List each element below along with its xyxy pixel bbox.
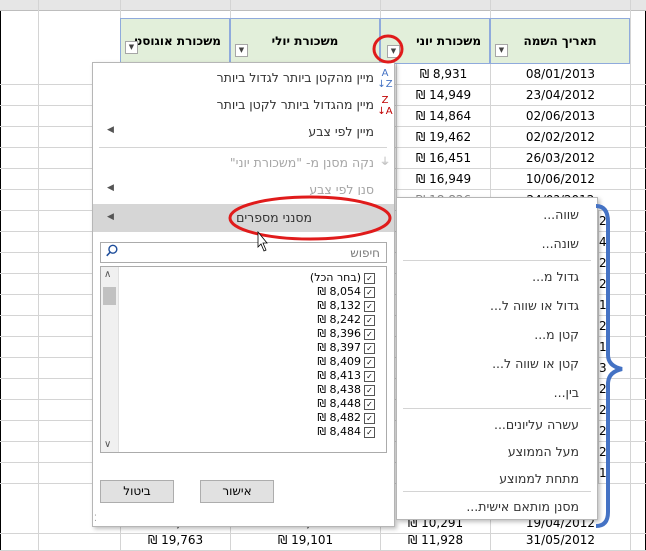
cell-date-partial[interactable]: 4 xyxy=(598,232,630,253)
header-date[interactable]: תאריך השמה ▼ xyxy=(490,18,630,64)
filter-greater-item[interactable]: גדול מ... xyxy=(397,264,597,290)
cell-date[interactable]: 31/05/2012 xyxy=(490,530,630,551)
list-item[interactable]: ✓8,438 ₪ xyxy=(317,384,375,396)
select-all-checkbox[interactable]: ✓(בחר הכל) xyxy=(310,272,375,284)
filter-below-average-item[interactable]: מתחת לממוצע xyxy=(397,466,597,492)
cell-date[interactable]: 02/06/2013 xyxy=(490,106,630,127)
list-item[interactable]: ✓8,396 ₪ xyxy=(317,328,375,340)
filter-greater-equal-item[interactable]: גדול או שווה ל... xyxy=(397,293,597,319)
cell-june[interactable]: ₪ 14,864 xyxy=(396,106,490,127)
filter-top-ten-item[interactable]: עשרה עליונים... xyxy=(397,412,597,438)
dropdown-arrow-icon[interactable]: ▼ xyxy=(495,44,508,57)
list-item[interactable]: ✓8,482 ₪ xyxy=(317,412,375,424)
cell-date[interactable]: 02/02/2012 xyxy=(490,127,630,148)
table-row: ₪ 19,763 ₪ 19,101 ₪ 11,928 31/05/2012 xyxy=(0,530,646,551)
cell-date-partial[interactable]: 2 xyxy=(598,316,630,337)
search-input[interactable]: חיפוש xyxy=(100,242,387,263)
sort-asc-icon: A Z↓ xyxy=(377,68,393,90)
cell-date-partial[interactable]: 1 xyxy=(598,337,630,358)
sort-desc-icon: Z A↓ xyxy=(377,95,393,117)
cell-august[interactable]: ₪ 19,763 xyxy=(120,530,230,551)
number-filters-item[interactable]: מסנני מספרים ◀ xyxy=(93,204,394,232)
sort-by-color-item[interactable]: מיין לפי צבע ◀ xyxy=(93,119,394,145)
dropdown-arrow-icon[interactable]: ▼ xyxy=(235,44,248,57)
cell-june[interactable]: ₪ 16,451 xyxy=(396,148,490,169)
header-date-label: תאריך השמה xyxy=(523,34,597,48)
list-item[interactable]: ✓8,409 ₪ xyxy=(317,356,375,368)
cell-june[interactable]: ₪ 16,949 xyxy=(396,169,490,190)
header-june-label: משכורת יוני xyxy=(416,34,481,48)
menu-separator xyxy=(403,408,591,409)
filter-between-item[interactable]: בין... xyxy=(397,380,597,406)
search-icon xyxy=(106,244,118,257)
header-june[interactable]: משכורת יוני ▼ xyxy=(380,18,490,64)
cell-june[interactable]: ₪ 19,462 xyxy=(396,127,490,148)
ok-button[interactable]: אישור xyxy=(200,480,274,503)
filter-above-average-item[interactable]: מעל הממוצע xyxy=(397,439,597,465)
cancel-button[interactable]: ביטול xyxy=(100,480,174,503)
sort-ascending-item[interactable]: A Z↓ מיין מהקטן ביותר לגדול ביותר xyxy=(93,65,394,91)
cell-date[interactable]: 23/04/2012 xyxy=(490,85,630,106)
cell-date-partial[interactable]: 2 xyxy=(598,253,630,274)
list-item[interactable]: ✓8,242 ₪ xyxy=(317,314,375,326)
header-july-label: משכורת יולי xyxy=(271,34,339,48)
cell-june[interactable]: ₪ 14,949 xyxy=(396,85,490,106)
filter-equals-item[interactable]: שווה... xyxy=(397,202,597,228)
cell-date-partial[interactable]: 2 xyxy=(598,442,630,463)
submenu-arrow-icon: ◀ xyxy=(107,212,114,222)
cell-date-partial[interactable]: 2 xyxy=(598,274,630,295)
sort-descending-item[interactable]: Z A↓ מיין מהגדול ביותר לקטן ביותר xyxy=(93,92,394,118)
scroll-down-icon[interactable]: ∨ xyxy=(104,439,111,450)
list-item[interactable]: ✓8,132 ₪ xyxy=(317,300,375,312)
cell-date-partial[interactable]: 1 xyxy=(598,463,630,484)
cell-date[interactable]: 08/01/2013 xyxy=(490,64,630,85)
submenu-arrow-icon: ◀ xyxy=(107,125,114,135)
filter-not-equal-item[interactable]: שונה... xyxy=(397,231,597,257)
menu-separator xyxy=(99,147,387,148)
list-item[interactable]: ✓8,054 ₪ xyxy=(317,286,375,298)
list-scrollbar[interactable]: ∧ ∨ xyxy=(101,267,119,452)
cell-date-partial[interactable]: 2 xyxy=(598,211,630,232)
cell-date-partial[interactable]: 2 xyxy=(598,421,630,442)
filter-less-item[interactable]: קטן מ... xyxy=(397,322,597,348)
cell-june[interactable]: ₪ 11,928 xyxy=(380,530,490,551)
custom-filter-item[interactable]: מסנן מותאם אישית... xyxy=(397,494,597,520)
scroll-up-icon[interactable]: ∧ xyxy=(104,269,111,280)
clear-filter-item: ⏚ נקה מסנן מ- "משכורת יוני" xyxy=(93,150,394,176)
dropdown-arrow-icon[interactable]: ▼ xyxy=(125,41,138,54)
menu-separator xyxy=(403,491,591,492)
cell-date-partial[interactable]: 1 xyxy=(598,295,630,316)
list-item[interactable]: ✓8,397 ₪ xyxy=(317,342,375,354)
filter-less-equal-item[interactable]: קטן או שווה ל... xyxy=(397,351,597,377)
submenu-arrow-icon: ◀ xyxy=(107,183,114,193)
autofilter-menu: A Z↓ מיין מהקטן ביותר לגדול ביותר Z A↓ מיי… xyxy=(92,62,395,527)
cell-date-partial[interactable]: 2 xyxy=(598,400,630,421)
resize-grip-icon[interactable]: ⁚ xyxy=(94,514,97,524)
menu-separator xyxy=(403,260,591,261)
clear-filter-icon: ⏚ xyxy=(380,157,390,168)
list-item[interactable]: ✓8,413 ₪ xyxy=(317,370,375,382)
list-item[interactable]: ✓8,484 ₪ xyxy=(317,426,375,438)
cell-july[interactable]: ₪ 19,101 xyxy=(230,530,380,551)
header-july[interactable]: משכורת יולי ▼ xyxy=(230,18,380,64)
cell-date-partial[interactable]: 3 xyxy=(598,358,630,379)
cell-date[interactable]: 10/06/2012 xyxy=(490,169,630,190)
cell-date-partial[interactable]: 2 xyxy=(598,379,630,400)
scroll-thumb[interactable] xyxy=(103,287,116,305)
filter-by-color-item: סנן לפי צבע ◀ xyxy=(107,182,374,195)
header-august[interactable]: משכורת אוגוסט ▼ xyxy=(120,18,230,64)
filter-dropdown-june[interactable]: ▼ xyxy=(387,45,400,58)
cell-june[interactable]: ₪ 8,931 xyxy=(396,64,490,85)
cell-date[interactable]: 26/03/2012 xyxy=(490,148,630,169)
value-list[interactable]: ∧ ∨ ✓(בחר הכל) ✓8,054 ₪ ✓8,132 ₪ ✓8,242 … xyxy=(100,266,387,453)
list-item[interactable]: ✓8,448 ₪ xyxy=(317,398,375,410)
header-august-label: משכורת אוגוסט xyxy=(134,34,221,48)
column-header-bar xyxy=(0,0,646,11)
number-filters-submenu: שווה... שונה... גדול מ... גדול או שווה ל… xyxy=(396,197,598,520)
